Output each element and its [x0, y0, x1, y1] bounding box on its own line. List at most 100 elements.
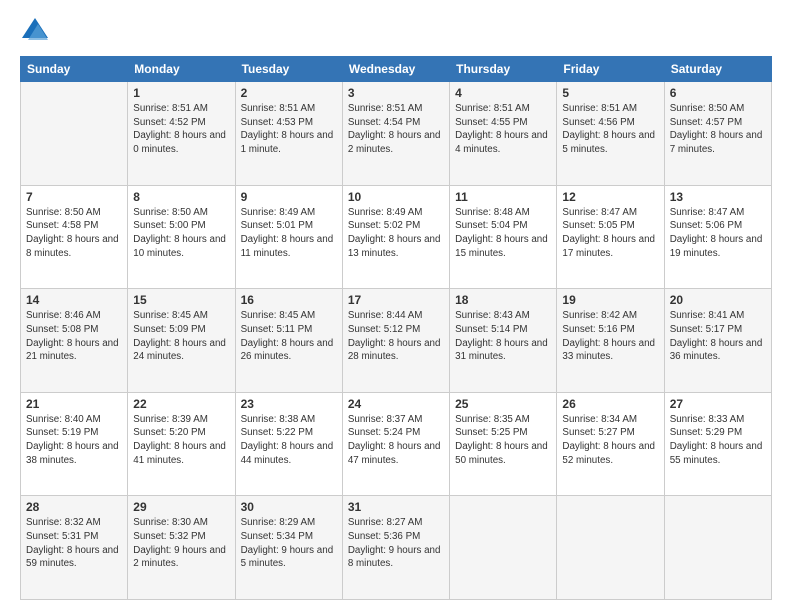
table-row: 11 Sunrise: 8:48 AMSunset: 5:04 PMDayligh… [450, 185, 557, 289]
table-row [450, 496, 557, 600]
day-info: Sunrise: 8:35 AMSunset: 5:25 PMDaylight:… [455, 413, 551, 468]
day-number: 1 [133, 86, 229, 100]
table-row: 18 Sunrise: 8:43 AMSunset: 5:14 PMDayligh… [450, 289, 557, 393]
col-friday: Friday [557, 57, 664, 82]
col-monday: Monday [128, 57, 235, 82]
table-row: 21 Sunrise: 8:40 AMSunset: 5:19 PMDayligh… [21, 392, 128, 496]
table-row: 29 Sunrise: 8:30 AMSunset: 5:32 PMDayligh… [128, 496, 235, 600]
day-info: Sunrise: 8:43 AMSunset: 5:14 PMDaylight:… [455, 309, 551, 364]
day-number: 17 [348, 293, 444, 307]
table-row: 28 Sunrise: 8:32 AMSunset: 5:31 PMDayligh… [21, 496, 128, 600]
day-info: Sunrise: 8:50 AMSunset: 5:00 PMDaylight:… [133, 206, 229, 261]
day-info: Sunrise: 8:51 AMSunset: 4:52 PMDaylight:… [133, 102, 229, 157]
day-info: Sunrise: 8:47 AMSunset: 5:06 PMDaylight:… [670, 206, 766, 261]
day-number: 16 [241, 293, 337, 307]
day-number: 6 [670, 86, 766, 100]
table-row: 26 Sunrise: 8:34 AMSunset: 5:27 PMDayligh… [557, 392, 664, 496]
logo-icon [20, 16, 50, 46]
calendar-week-row: 28 Sunrise: 8:32 AMSunset: 5:31 PMDayligh… [21, 496, 772, 600]
table-row: 8 Sunrise: 8:50 AMSunset: 5:00 PMDaylight… [128, 185, 235, 289]
day-info: Sunrise: 8:48 AMSunset: 5:04 PMDaylight:… [455, 206, 551, 261]
table-row: 17 Sunrise: 8:44 AMSunset: 5:12 PMDayligh… [342, 289, 449, 393]
table-row: 12 Sunrise: 8:47 AMSunset: 5:05 PMDayligh… [557, 185, 664, 289]
calendar-week-row: 1 Sunrise: 8:51 AMSunset: 4:52 PMDaylight… [21, 82, 772, 186]
day-info: Sunrise: 8:51 AMSunset: 4:56 PMDaylight:… [562, 102, 658, 157]
table-row: 30 Sunrise: 8:29 AMSunset: 5:34 PMDayligh… [235, 496, 342, 600]
table-row: 14Sunrise: 8:46 AMSunset: 5:08 PMDayligh… [21, 289, 128, 393]
table-row: 15 Sunrise: 8:45 AMSunset: 5:09 PMDayligh… [128, 289, 235, 393]
day-number: 22 [133, 397, 229, 411]
col-tuesday: Tuesday [235, 57, 342, 82]
calendar-table: Sunday Monday Tuesday Wednesday Thursday… [20, 56, 772, 600]
day-info: Sunrise: 8:40 AMSunset: 5:19 PMDaylight:… [26, 413, 122, 468]
day-number: 30 [241, 500, 337, 514]
table-row: 23 Sunrise: 8:38 AMSunset: 5:22 PMDayligh… [235, 392, 342, 496]
day-number: 20 [670, 293, 766, 307]
table-row: 31 Sunrise: 8:27 AMSunset: 5:36 PMDayligh… [342, 496, 449, 600]
day-number: 19 [562, 293, 658, 307]
header [20, 16, 772, 46]
day-number: 23 [241, 397, 337, 411]
day-info: Sunrise: 8:27 AMSunset: 5:36 PMDaylight:… [348, 516, 444, 571]
day-info: Sunrise: 8:49 AMSunset: 5:01 PMDaylight:… [241, 206, 337, 261]
col-saturday: Saturday [664, 57, 771, 82]
calendar-header-row: Sunday Monday Tuesday Wednesday Thursday… [21, 57, 772, 82]
day-info: Sunrise: 8:47 AMSunset: 5:05 PMDaylight:… [562, 206, 658, 261]
day-number: 8 [133, 190, 229, 204]
table-row [21, 82, 128, 186]
day-number: 10 [348, 190, 444, 204]
day-info: Sunrise: 8:51 AMSunset: 4:53 PMDaylight:… [241, 102, 337, 157]
day-number: 25 [455, 397, 551, 411]
day-number: 18 [455, 293, 551, 307]
day-info: Sunrise: 8:39 AMSunset: 5:20 PMDaylight:… [133, 413, 229, 468]
logo [20, 16, 54, 46]
day-number: 2 [241, 86, 337, 100]
col-sunday: Sunday [21, 57, 128, 82]
day-number: 12 [562, 190, 658, 204]
day-info: Sunrise: 8:34 AMSunset: 5:27 PMDaylight:… [562, 413, 658, 468]
table-row: 20 Sunrise: 8:41 AMSunset: 5:17 PMDayligh… [664, 289, 771, 393]
day-info: Sunrise: 8:30 AMSunset: 5:32 PMDaylight:… [133, 516, 229, 571]
table-row: 16 Sunrise: 8:45 AMSunset: 5:11 PMDayligh… [235, 289, 342, 393]
day-number: 3 [348, 86, 444, 100]
day-info: Sunrise: 8:51 AMSunset: 4:54 PMDaylight:… [348, 102, 444, 157]
table-row [557, 496, 664, 600]
table-row: 19 Sunrise: 8:42 AMSunset: 5:16 PMDayligh… [557, 289, 664, 393]
day-number: 31 [348, 500, 444, 514]
day-number: 21 [26, 397, 122, 411]
calendar-week-row: 14Sunrise: 8:46 AMSunset: 5:08 PMDayligh… [21, 289, 772, 393]
day-number: 4 [455, 86, 551, 100]
day-info: Sunrise: 8:51 AMSunset: 4:55 PMDaylight:… [455, 102, 551, 157]
day-number: 11 [455, 190, 551, 204]
day-number: 5 [562, 86, 658, 100]
table-row: 2 Sunrise: 8:51 AMSunset: 4:53 PMDaylight… [235, 82, 342, 186]
table-row: 7 Sunrise: 8:50 AMSunset: 4:58 PMDaylight… [21, 185, 128, 289]
table-row: 4 Sunrise: 8:51 AMSunset: 4:55 PMDaylight… [450, 82, 557, 186]
day-number: 7 [26, 190, 122, 204]
table-row: 22 Sunrise: 8:39 AMSunset: 5:20 PMDayligh… [128, 392, 235, 496]
day-info: Sunrise: 8:33 AMSunset: 5:29 PMDaylight:… [670, 413, 766, 468]
day-info: Sunrise: 8:41 AMSunset: 5:17 PMDaylight:… [670, 309, 766, 364]
day-info: Sunrise: 8:45 AMSunset: 5:11 PMDaylight:… [241, 309, 337, 364]
col-wednesday: Wednesday [342, 57, 449, 82]
day-info: Sunrise: 8:42 AMSunset: 5:16 PMDaylight:… [562, 309, 658, 364]
day-number: 15 [133, 293, 229, 307]
day-info: Sunrise: 8:29 AMSunset: 5:34 PMDaylight:… [241, 516, 337, 571]
table-row [664, 496, 771, 600]
table-row: 25 Sunrise: 8:35 AMSunset: 5:25 PMDayligh… [450, 392, 557, 496]
day-number: 29 [133, 500, 229, 514]
calendar-week-row: 7 Sunrise: 8:50 AMSunset: 4:58 PMDaylight… [21, 185, 772, 289]
day-number: 26 [562, 397, 658, 411]
table-row: 13Sunrise: 8:47 AMSunset: 5:06 PMDayligh… [664, 185, 771, 289]
day-number: 28 [26, 500, 122, 514]
day-info: Sunrise: 8:45 AMSunset: 5:09 PMDaylight:… [133, 309, 229, 364]
table-row: 5 Sunrise: 8:51 AMSunset: 4:56 PMDaylight… [557, 82, 664, 186]
day-number: 9 [241, 190, 337, 204]
calendar-week-row: 21 Sunrise: 8:40 AMSunset: 5:19 PMDayligh… [21, 392, 772, 496]
day-info: Sunrise: 8:32 AMSunset: 5:31 PMDaylight:… [26, 516, 122, 571]
day-info: Sunrise: 8:50 AMSunset: 4:58 PMDaylight:… [26, 206, 122, 261]
table-row: 10 Sunrise: 8:49 AMSunset: 5:02 PMDayligh… [342, 185, 449, 289]
day-info: Sunrise: 8:38 AMSunset: 5:22 PMDaylight:… [241, 413, 337, 468]
day-info: Sunrise: 8:44 AMSunset: 5:12 PMDaylight:… [348, 309, 444, 364]
day-info: Sunrise: 8:49 AMSunset: 5:02 PMDaylight:… [348, 206, 444, 261]
